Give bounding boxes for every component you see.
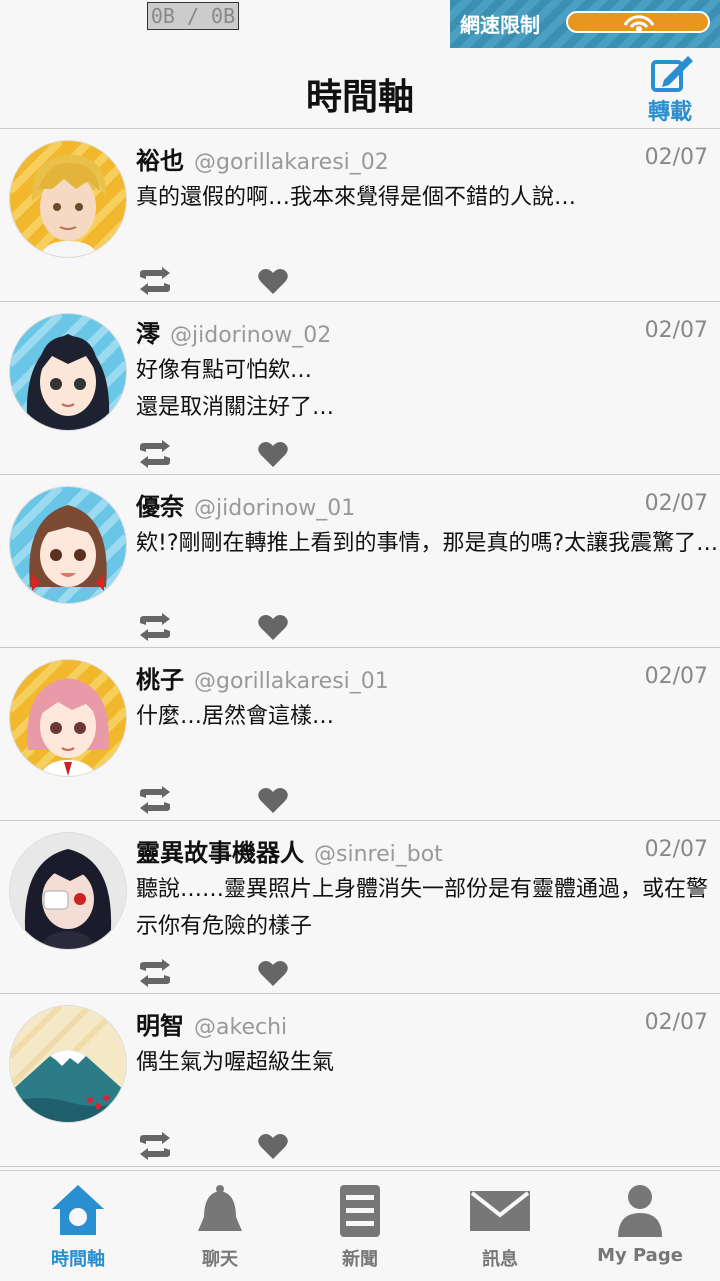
- retweet-icon[interactable]: [136, 1132, 174, 1160]
- author-name: 優奈: [136, 493, 184, 521]
- heart-icon[interactable]: [258, 959, 288, 987]
- post-text: 聽說……靈異照片上身體消失一部份是有靈體通過，或在警示你有危險的樣子: [136, 877, 709, 939]
- tab-mypage[interactable]: My Page: [570, 1171, 710, 1281]
- post-date: 02/07: [644, 664, 708, 689]
- repost-button[interactable]: 轉載: [640, 54, 700, 125]
- post-date: 02/07: [644, 491, 708, 516]
- author-handle: @gorillakaresi_01: [194, 669, 389, 694]
- tab-timeline[interactable]: 時間軸: [8, 1171, 148, 1281]
- author-name: 桃子: [136, 666, 184, 694]
- net-limit-widget[interactable]: 網速限制: [450, 0, 720, 48]
- compose-icon: [651, 56, 693, 92]
- timeline-post[interactable]: 靈異故事機器人 @sinrei_bot 02/07 聽說……靈異照片上身體消失一部…: [0, 821, 720, 994]
- author-name: 澪: [136, 320, 160, 348]
- post-author: 澪 @jidorinow_02: [136, 314, 331, 349]
- author-handle: @jidorinow_01: [194, 496, 356, 521]
- heart-icon[interactable]: [258, 786, 288, 814]
- net-limit-label: 網速限制: [460, 13, 540, 37]
- tab-label: 新聞: [342, 1249, 378, 1270]
- person-icon: [618, 1185, 662, 1237]
- heart-icon[interactable]: [258, 613, 288, 641]
- repost-label: 轉載: [647, 100, 692, 125]
- author-handle: @gorillakaresi_02: [194, 150, 389, 175]
- retweet-icon[interactable]: [136, 613, 174, 641]
- wifi-icon: [623, 15, 655, 32]
- post-author: 靈異故事機器人 @sinrei_bot: [136, 833, 443, 868]
- retweet-icon[interactable]: [136, 786, 174, 814]
- avatar[interactable]: [10, 1006, 126, 1122]
- heart-icon[interactable]: [258, 267, 288, 295]
- avatar[interactable]: [10, 314, 126, 430]
- home-icon: [52, 1185, 104, 1235]
- timeline-post[interactable]: 明智 @akechi 02/07 偶生氣为喔超級生氣: [0, 994, 720, 1167]
- tab-label: 聊天: [202, 1249, 238, 1270]
- avatar[interactable]: [10, 660, 126, 776]
- author-name: 靈異故事機器人: [136, 839, 304, 867]
- author-handle: @akechi: [194, 1015, 288, 1040]
- avatar[interactable]: [10, 833, 126, 949]
- heart-icon[interactable]: [258, 1132, 288, 1160]
- data-counter: 0B / 0B: [147, 2, 239, 30]
- post-author: 優奈 @jidorinow_01: [136, 487, 355, 522]
- retweet-icon[interactable]: [136, 440, 174, 468]
- retweet-icon[interactable]: [136, 267, 174, 295]
- post-author: 桃子 @gorillakaresi_01: [136, 660, 389, 695]
- post-date: 02/07: [644, 837, 708, 862]
- app-header: 時間軸 轉載: [0, 48, 720, 129]
- post-text: 好像有點可怕欸… 還是取消關注好了…: [136, 358, 335, 420]
- post-author: 明智 @akechi: [136, 1006, 287, 1041]
- page-title: 時間軸: [305, 77, 414, 118]
- mail-icon: [470, 1191, 530, 1231]
- tab-label: My Page: [597, 1245, 683, 1266]
- post-text: 欸!?剛剛在轉推上看到的事情，那是真的嗎?太讓我震驚了…: [136, 531, 719, 556]
- timeline-list: 裕也 @gorillakaresi_02 02/07 真的還假的啊…我本來覺得是個…: [0, 129, 720, 1167]
- avatar[interactable]: [10, 141, 126, 257]
- tab-chat[interactable]: 聊天: [150, 1171, 290, 1281]
- post-date: 02/07: [644, 318, 708, 343]
- timeline-post[interactable]: 桃子 @gorillakaresi_01 02/07 什麼…居然會這樣…: [0, 648, 720, 821]
- bell-icon: [198, 1185, 242, 1231]
- post-date: 02/07: [644, 1010, 708, 1035]
- tab-news[interactable]: 新聞: [290, 1171, 430, 1281]
- retweet-icon[interactable]: [136, 959, 174, 987]
- post-date: 02/07: [644, 145, 708, 170]
- tab-messages[interactable]: 訊息: [430, 1171, 570, 1281]
- timeline-post[interactable]: 優奈 @jidorinow_01 02/07 欸!?剛剛在轉推上看到的事情，那是真…: [0, 475, 720, 648]
- post-author: 裕也 @gorillakaresi_02: [136, 141, 389, 176]
- heart-icon[interactable]: [258, 440, 288, 468]
- avatar[interactable]: [10, 487, 126, 603]
- author-handle: @sinrei_bot: [314, 842, 443, 867]
- timeline-post[interactable]: 裕也 @gorillakaresi_02 02/07 真的還假的啊…我本來覺得是個…: [0, 129, 720, 302]
- post-text: 偶生氣为喔超級生氣: [136, 1050, 335, 1075]
- net-limit-bar[interactable]: [566, 11, 710, 33]
- tab-label: 時間軸: [51, 1249, 105, 1270]
- bottom-nav: 時間軸 聊天 新聞 訊息 My Page: [0, 1170, 720, 1281]
- author-name: 裕也: [136, 147, 184, 175]
- author-name: 明智: [136, 1012, 184, 1040]
- author-handle: @jidorinow_02: [170, 323, 332, 348]
- news-icon: [340, 1185, 380, 1237]
- tab-label: 訊息: [482, 1249, 518, 1270]
- post-text: 什麼…居然會這樣…: [136, 704, 335, 729]
- timeline-post[interactable]: 澪 @jidorinow_02 02/07 好像有點可怕欸… 還是取消關注好了…: [0, 302, 720, 475]
- post-text: 真的還假的啊…我本來覺得是個不錯的人說…: [136, 185, 577, 210]
- status-bar: 0B / 0B 網速限制: [0, 0, 720, 48]
